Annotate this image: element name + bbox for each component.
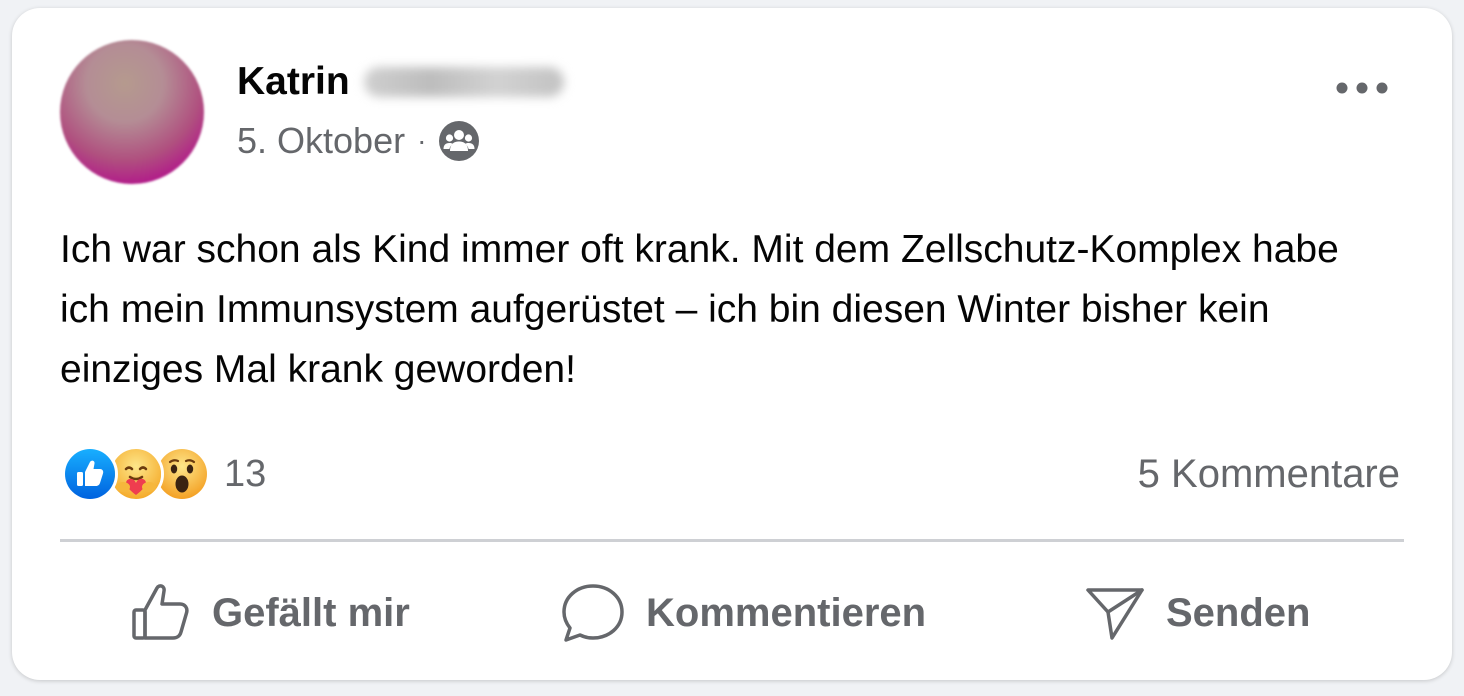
author-name[interactable]: Katrin [237, 60, 564, 104]
comments-count[interactable]: 5 Kommentare [1138, 452, 1400, 497]
send-icon [1086, 588, 1144, 640]
like-button[interactable]: Gefällt mir [130, 578, 410, 648]
thumbs-up-icon [132, 584, 189, 640]
post-card: Katrin 5. Oktober · Ich war schon als Ki… [12, 8, 1452, 680]
post-meta: 5. Oktober · [237, 120, 480, 162]
like-reaction-icon [62, 446, 118, 502]
comment-label: Kommentieren [646, 590, 927, 635]
group-icon[interactable] [438, 120, 480, 162]
more-options-icon [1336, 82, 1388, 94]
comment-button[interactable]: Kommentieren [560, 578, 926, 648]
comment-bubble-icon [562, 584, 624, 642]
more-options-button[interactable] [1330, 70, 1394, 106]
send-button[interactable]: Senden [1084, 578, 1310, 648]
reaction-count[interactable]: 13 [224, 453, 266, 496]
meta-separator: · [417, 125, 427, 156]
author-first-name[interactable]: Katrin [237, 60, 350, 104]
post-date[interactable]: 5. Oktober [237, 120, 405, 162]
blurred-surname [363, 67, 564, 97]
divider [60, 539, 1404, 542]
send-label: Senden [1166, 590, 1311, 635]
avatar[interactable] [60, 40, 204, 184]
like-label: Gefällt mir [212, 590, 410, 635]
reactions-summary[interactable]: 13 [62, 446, 266, 502]
post-text: Ich war schon als Kind immer oft krank. … [60, 228, 1339, 391]
